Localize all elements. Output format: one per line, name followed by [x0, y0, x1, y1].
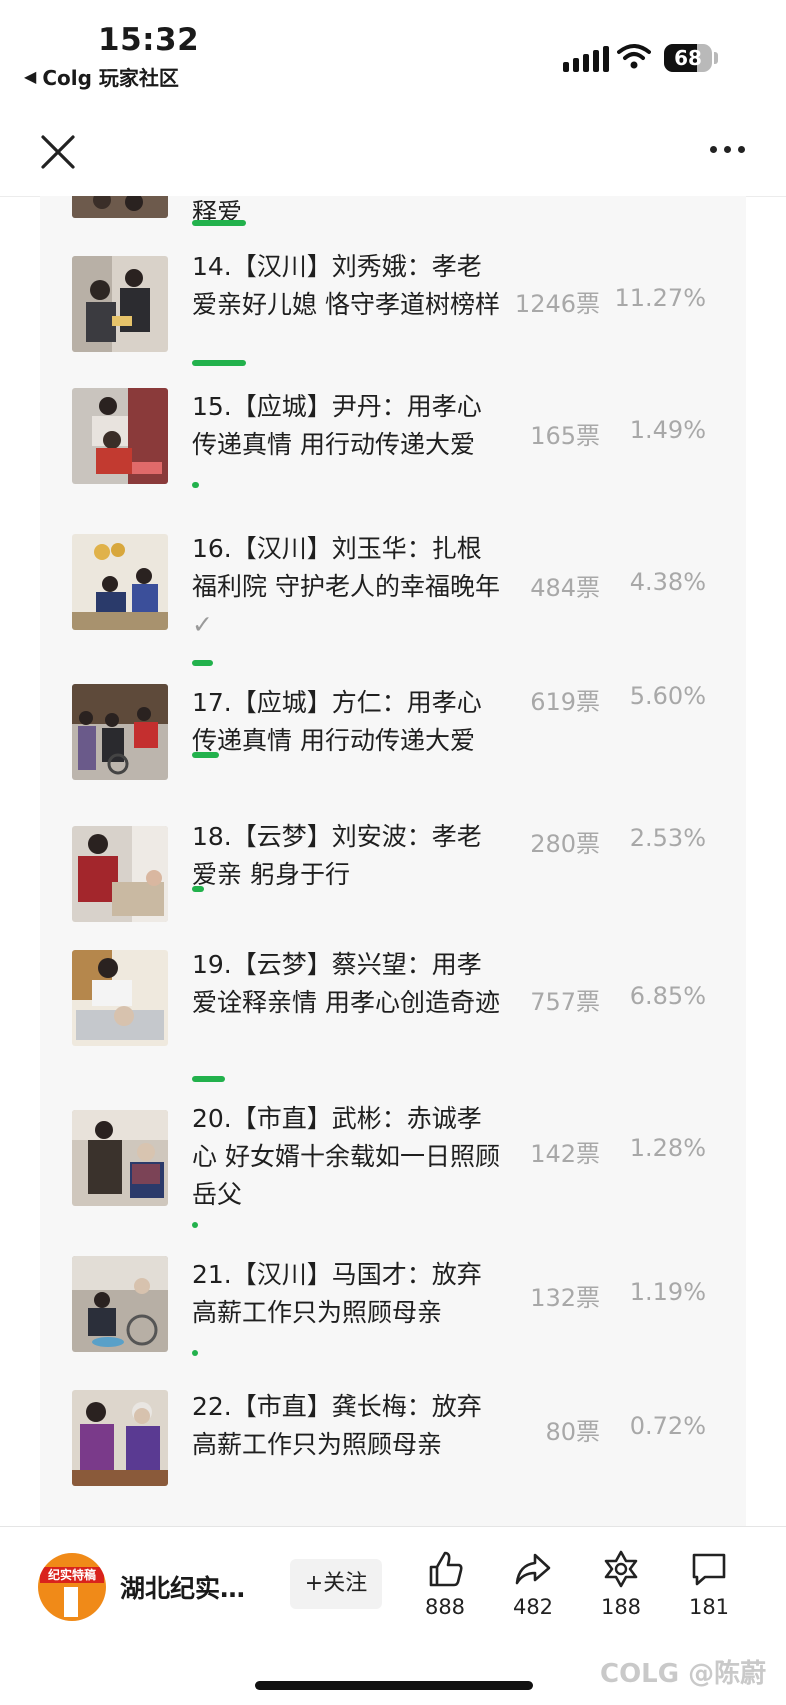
vote-count: 132票 [530, 1284, 600, 1312]
vote-bar [192, 752, 219, 758]
home-indicator[interactable] [255, 1681, 533, 1690]
share-button[interactable]: 482 [498, 1549, 568, 1619]
share-count: 482 [512, 1595, 554, 1619]
thumb-up-icon [429, 1551, 463, 1587]
cellular-signal-icon [563, 46, 609, 72]
top-nav [0, 100, 786, 197]
vote-bar [192, 886, 204, 892]
item-photo [72, 1256, 168, 1352]
vote-count: 165票 [530, 422, 600, 450]
item-title: 14.【汉川】刘秀娥：孝老爱亲好儿媳 恪守孝道树榜样 [192, 252, 500, 319]
battery-tip [714, 52, 718, 64]
status-bar: 15:32 ◀ Colg 玩家社区 68 [0, 0, 786, 100]
bottom-action-bar: 纪实特稿 湖北纪实… +关注 888 482 188 181 COLG @陈蔚 [0, 1526, 786, 1705]
item-title: 16.【汉川】刘玉华：扎根福利院 守护老人的幸福晚年 [192, 534, 500, 601]
checkmark-icon: ✓ [192, 610, 213, 639]
item-title: 17.【应城】方仁：用孝心传递真情 用行动传递大爱 [192, 688, 482, 755]
item-title: 20.【市直】武彬：赤诚孝心 好女婿十余载如一日照顾岳父 [192, 1104, 500, 1209]
item-photo [72, 256, 168, 352]
item-title: 15.【应城】尹丹：用孝心传递真情 用行动传递大爱 [192, 392, 482, 459]
battery-level: 68 [674, 46, 702, 70]
vote-percent: 2.53% [629, 824, 706, 852]
item-title: 18.【云梦】刘安波：孝老爱亲 躬身于行 [192, 822, 482, 889]
item-photo [72, 196, 168, 218]
vote-count: 619票 [530, 688, 600, 716]
vote-bar [192, 360, 246, 366]
vote-percent: 1.28% [629, 1134, 706, 1162]
like-count: 888 [424, 1595, 466, 1619]
item-photo [72, 684, 168, 780]
vote-bar [192, 482, 199, 488]
wifi-icon [617, 44, 651, 69]
comment-count: 181 [688, 1595, 730, 1619]
account-name[interactable]: 湖北纪实… [120, 1569, 245, 1605]
vote-percent: 11.27% [614, 284, 706, 312]
close-icon[interactable] [38, 132, 78, 172]
follow-button[interactable]: +关注 [290, 1559, 382, 1609]
vote-percent: 1.19% [629, 1278, 706, 1306]
vote-count: 280票 [530, 830, 600, 858]
item-title: 21.【汉川】马国才：放弃高薪工作只为照顾母亲 [192, 1260, 482, 1327]
logo-text: 纪实特稿 [40, 1567, 104, 1583]
collect-button[interactable]: 188 [586, 1549, 656, 1619]
vote-count: 1246票 [514, 290, 600, 318]
vote-count: 757票 [530, 988, 600, 1016]
item-photo [72, 388, 168, 484]
vote-bar [192, 1076, 225, 1082]
comment-icon [692, 1553, 726, 1586]
vote-count: 80票 [545, 1418, 600, 1446]
status-time: 15:32 [98, 22, 200, 58]
like-button[interactable]: 888 [410, 1549, 480, 1619]
item-title: 19.【云梦】蔡兴望：用孝爱诠释亲情 用孝心创造奇迹 [192, 950, 500, 1017]
vote-results-list: 释爱 14.【汉川】刘秀娥：孝老爱亲好儿媳 恪守孝道树榜样 1246票 11.2… [40, 196, 746, 1526]
watermark: COLG @陈蔚 [600, 1659, 767, 1689]
vote-count: 484票 [530, 574, 600, 602]
vote-bar [192, 660, 213, 666]
vote-bar [192, 1222, 198, 1228]
vote-percent: 6.85% [629, 982, 706, 1010]
more-dots-icon[interactable] [710, 146, 745, 153]
item-title: 释爱 [192, 198, 243, 227]
back-to-app-link[interactable]: ◀ Colg 玩家社区 [24, 62, 179, 91]
vote-percent: 1.49% [629, 416, 706, 444]
share-icon [515, 1553, 551, 1585]
collect-icon [604, 1550, 638, 1588]
comment-button[interactable]: 181 [674, 1549, 744, 1619]
back-app-label: Colg 玩家社区 [42, 66, 179, 90]
item-photo [72, 534, 168, 630]
account-logo[interactable]: 纪实特稿 [38, 1553, 106, 1621]
vote-count: 142票 [530, 1140, 600, 1168]
item-photo [72, 1110, 168, 1206]
vote-bar [192, 1350, 198, 1356]
vote-bar [192, 220, 246, 226]
vote-percent: 4.38% [629, 568, 706, 596]
item-photo [72, 826, 168, 922]
item-title: 22.【市直】龚长梅：放弃高薪工作只为照顾母亲 [192, 1392, 482, 1459]
battery-icon: 68 [664, 44, 712, 72]
item-photo [72, 1390, 168, 1486]
collect-count: 188 [600, 1595, 642, 1619]
vote-percent: 5.60% [629, 682, 706, 710]
back-triangle-icon: ◀ [24, 67, 37, 86]
vote-percent: 0.72% [629, 1412, 706, 1440]
item-photo [72, 950, 168, 1046]
